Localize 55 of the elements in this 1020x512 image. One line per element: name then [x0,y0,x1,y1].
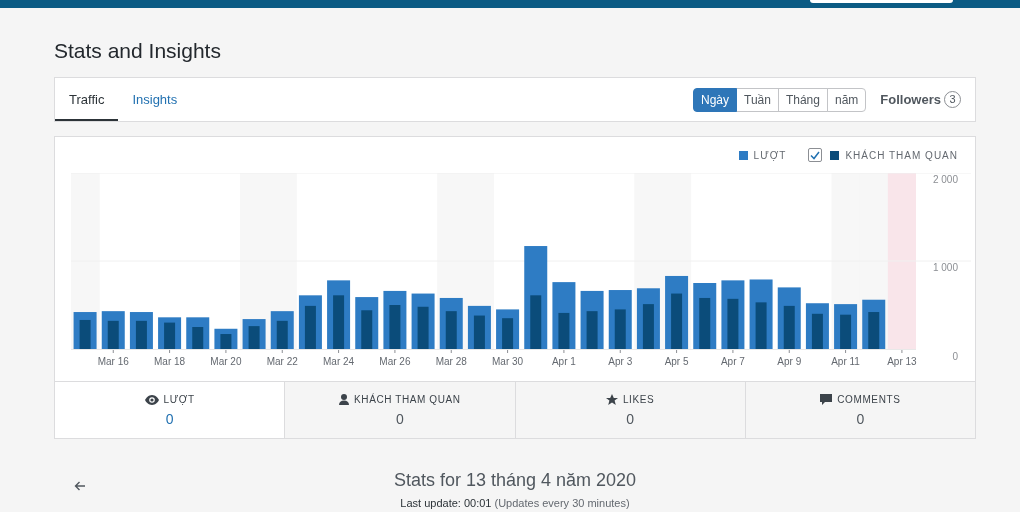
x-axis-label: Apr 13 [887,356,917,367]
speech-bubble-icon [820,393,833,406]
x-axis-label: Mar 20 [210,356,242,367]
x-axis-label: Mar 30 [492,356,524,367]
x-axis-label: Apr 9 [777,356,802,367]
period-button[interactable]: Ngày [693,87,738,112]
eye-icon [144,394,159,405]
legend-label: KHÁCH THAM QUAN [845,148,958,163]
tick-mark [450,349,452,354]
x-axis-label: Mar 26 [379,356,411,367]
nav-tab[interactable]: Insights [118,78,192,121]
stats-heading: Stats for 13 tháng 4 năm 2020 [393,469,637,491]
x-axis-label: Apr 11 [831,356,860,367]
tick-mark [732,349,734,354]
tick-mark [394,349,396,354]
tick-mark [619,349,621,354]
back-arrow-icon[interactable] [74,481,86,491]
tick-mark [676,349,678,354]
x-axis-label: Mar 16 [97,356,129,367]
last-update-time: Last update: 00:01 [400,496,492,511]
x-axis-label: Mar 28 [435,356,467,367]
page-title: Stats and Insights [54,38,222,64]
tick-mark [225,349,227,354]
tick-mark [338,349,340,354]
tick-mark [845,349,847,354]
y-axis-label: 1 000 [932,262,958,273]
period-button[interactable]: Tuần [736,87,779,112]
x-axis-label: Apr 7 [720,356,745,367]
period-button[interactable]: năm [826,87,867,112]
x-axis-label: Mar 24 [323,356,355,367]
nav-tab[interactable]: Traffic [55,78,119,121]
y-axis-label: 2 000 [932,174,958,185]
x-axis-label: Apr 1 [551,356,576,367]
x-axis-label: Mar 18 [154,356,186,367]
stat-tab[interactable]: KHÁCH THAM QUAN 0 [284,382,515,438]
stat-tab[interactable]: COMMENTS 0 [744,382,975,438]
legend-label: LƯỢT [753,148,787,163]
x-axis-label: Apr 3 [608,356,633,367]
tick-mark [169,349,171,354]
tick-mark [901,349,903,354]
x-axis-label: Mar 22 [266,356,298,367]
person-icon [339,394,350,405]
tick-mark [281,349,283,354]
tick-mark [563,349,565,354]
tick-mark [507,349,509,354]
x-axis-label: Apr 5 [664,356,689,367]
period-button[interactable]: Tháng [777,87,828,112]
followers-button[interactable]: Followers 3 [880,78,961,121]
tick-mark [788,349,790,354]
update-note: (Updates every 30 minutes) [494,496,630,511]
y-axis-label: 0 [952,351,958,362]
stat-tab[interactable]: LIKES 0 [514,382,745,438]
tick-mark [112,349,114,354]
legend-checkbox[interactable] [808,148,823,162]
star-icon [605,393,618,406]
